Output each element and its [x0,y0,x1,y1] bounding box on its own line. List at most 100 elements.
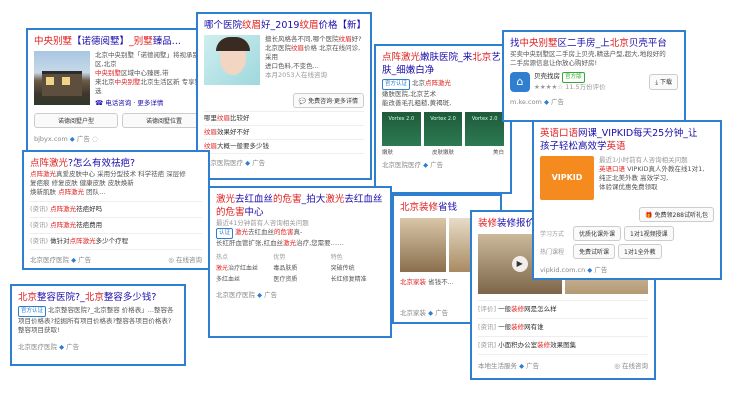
eyebrow-desc-3: 进口色料,不变色... [265,62,319,70]
beike-app-rating: ★★★★☆ 11.5万份评价 [534,83,606,91]
redvein-recent: 最近41分钟前有人咨询相关问题 [216,219,309,227]
eyebrow-desc-1: 擅长风格各不同,哪个医院纹眉好? [265,35,362,43]
beike-source[interactable]: m.ke.com ◆ 广告 [510,96,678,106]
decoration-quote-source[interactable]: 本地生活服务 ◆ 广告 [478,360,539,370]
beike-download-button[interactable]: ⤓ 下载 [649,74,678,90]
eyebrow-desc-4: 本月2053人在线咨询 [265,71,328,79]
laser-scar-footer: 北京医疗医院 ◆ 广告 ◎ 在线咨询 [30,254,202,264]
eyebrow-link-1[interactable]: 哪里纹眉比较好 [204,112,364,126]
vipkid-course-2[interactable]: 1对1全外教 [618,244,662,259]
redvein-desc-1: 认证 激光去红血丝的危害真- [216,228,384,239]
download-icon: ⤓ [655,79,659,86]
decoration-quote-online-button[interactable]: ◎ 在线咨询 [614,360,648,370]
eyebrow-consult-button[interactable]: 💬 免费咨询·更多详情 [292,93,364,108]
cosmetic-desc-3: 整容项目获取! [18,326,60,334]
villa-phone-link[interactable]: ☎ 电话咨询 · 更多详情 [95,99,206,108]
villa-thumbnail[interactable] [34,51,90,105]
vipkid-logo[interactable]: VIPKID [540,156,594,200]
vipkid-method-2[interactable]: 1对1视频授课 [624,226,674,241]
play-icon[interactable]: ▶ [511,256,528,272]
redvein-cell-5[interactable]: 医疗资质 [273,274,326,283]
laser-scar-source[interactable]: 北京医疗医院 ◆ 广告 [30,254,91,264]
vipkid-course-1[interactable]: 免费试听课 [573,244,616,259]
laser-skin-title[interactable]: 点阵激光嫩肤医院_来北京艺 [382,51,504,64]
redvein-title[interactable]: 激光去红血丝的危害_拍大激光去红血丝 [216,193,384,206]
eyebrow-source[interactable]: 北京医院医疗 ◆ 广告 [204,157,364,167]
vipkid-free-gift-button[interactable]: 🎁 免费领288试听礼包 [639,207,714,222]
vipkid-source[interactable]: vipkid.com.cn ◆ 广告 [540,264,714,274]
vipkid-recent: 最近1小时前有人咨询相关问题 [599,156,688,164]
eyebrow-link-3[interactable]: 纹眉大概一般要多少钱 [204,140,364,154]
vipkid-title[interactable]: 英语口语网课_VIPKID每天25分钟_让 [540,127,714,140]
ad-card-cosmetic[interactable]: 北京整容医院?_北京整容多少钱? 官方认证 北京整容医院?_北京整容 价格表」..… [10,284,186,366]
shield-icon: ◆ [59,343,65,351]
redvein-col-hot: 热点 [216,254,229,261]
eyebrow-thumbnail[interactable] [204,35,260,85]
beike-title[interactable]: 找中央别墅区二手房_上北京贝壳平台 [510,37,678,50]
ad-card-laser-scar[interactable]: 点阵激光?怎么有效祛疤? 点阵激光真爱皮肤中心 采用分型技术 科学祛疤 深层修 … [22,150,210,270]
laser-scar-desc-2: 复疤痕 修复皮肤 健康皮肤 皮肤焕新 [30,179,134,187]
chat-icon: ◎ [614,362,620,370]
shield-icon: ◆ [423,161,429,169]
ad-card-beike[interactable]: 找中央别墅区二手房_上北京贝壳平台 买卖中央别墅区二手房上贝壳,精选户型,超大,… [502,30,686,122]
ad-card-redvein[interactable]: 激光去红血丝的危害_拍大激光去红血丝 的危害中心 最近41分钟前有人咨询相关问题… [208,186,392,338]
decoration-bj-image-1[interactable] [400,218,446,272]
redvein-cell-4[interactable]: 多红血丝 [216,274,269,283]
decoration-quote-link-3[interactable]: [资讯] 小面积办公室装修效果图集 [478,337,648,355]
ad-card-laser-skin[interactable]: 点阵激光嫩肤医院_来北京艺 肤_细嫩白净 官方认证 北京点阵激光 嫩肤医院,北京艺… [374,44,512,194]
laser-skin-label-1[interactable]: 嫩肤 [382,148,393,156]
cosmetic-source[interactable]: 北京医疗医院 ◆ 广告 [18,341,178,351]
villa-location-button[interactable]: 诺德阅墅位置 [122,113,206,128]
ad-card-vipkid[interactable]: 英语口语网课_VIPKID每天25分钟_让 孩子轻松高效学英语 VIPKID 最… [532,120,722,280]
laser-skin-label-2[interactable]: 皮肤嫩肤 [432,148,454,156]
cosmetic-desc-1: 官方认证 北京整容医院?_北京整容 价格表」...整容各 [18,306,178,317]
vipkid-method-label: 学习方式 [540,231,565,238]
laser-skin-source[interactable]: 北京医院医疗 ◆ 广告 [382,159,504,169]
laser-scar-online-button[interactable]: ◎ 在线咨询 [168,254,202,264]
vipkid-course-label: 热门课程 [540,249,565,256]
decoration-quote-link-2[interactable]: [资讯] 一般装修网有谁 [478,319,648,337]
laser-skin-label-3[interactable]: 美白 [493,148,504,156]
villa-title[interactable]: 中央别墅【诺德阅墅】_别墅臻品... [34,35,206,48]
eyebrow-link-2[interactable]: 纹眉效果好不好 [204,126,364,140]
villa-desc-1: 北京中央别墅「诺德阅墅」将视承别墅区,北京 [95,51,206,68]
beike-app-icon[interactable]: ⌂ [510,72,530,92]
vipkid-title-2[interactable]: 孩子轻松高效学英语 [540,140,714,153]
villa-source[interactable]: bjbyx.com ◆ 广告 ◌ [34,133,206,143]
decoration-quote-footer: 本地生活服务 ◆ 广告 ◎ 在线咨询 [478,360,648,370]
villa-floorplan-button[interactable]: 诺德阅墅户型 [34,113,118,128]
ad-card-villa[interactable]: 中央别墅【诺德阅墅】_别墅臻品... 北京中央别墅「诺德阅墅」将视承别墅区,北京… [26,28,214,158]
shield-icon: ◆ [71,256,77,264]
vipkid-method-1[interactable]: 优质化课外课 [573,226,622,241]
redvein-cell-1[interactable]: 激光治疗红血丝 [216,263,269,272]
laser-skin-image-2[interactable]: Vortex 2.0 [423,112,463,146]
laser-skin-title-2[interactable]: 肤_细嫩白净 [382,64,504,77]
shield-icon: ◆ [245,159,251,167]
redvein-title-2[interactable]: 的危害中心 [216,206,384,219]
ad-card-eyebrow[interactable]: 哪个医院纹眉好_2019纹眉价格【新】 擅长风格各不同,哪个医院纹眉好? 北京医… [196,12,372,180]
redvein-col-advantage: 优势 [273,254,286,261]
redvein-cell-6[interactable]: 长红修复精准 [331,274,384,283]
info-icon: ◌ [91,135,98,143]
laser-scar-link-2[interactable]: (资讯) 点阵激光祛疤费用 [30,218,202,234]
decoration-quote-link-1[interactable]: [评价] 一般装修网是怎么样 [478,301,648,319]
laser-skin-image-1[interactable]: Vortex 2.0 [382,112,421,146]
laser-scar-link-3[interactable]: (资讯) 做针对点阵激光多少个疗程 [30,234,202,250]
redvein-col-feature: 特色 [330,254,343,261]
shield-icon: ◆ [519,362,525,370]
laser-skin-image-3[interactable]: Vortex 2.0 [465,112,505,146]
shield-icon: ◆ [543,98,549,106]
laser-skin-desc-3: 能改善毛孔粗糙,黄褐斑, [382,99,452,107]
vipkid-desc-3: 体验课优惠免费领取 [599,183,658,191]
eyebrow-title[interactable]: 哪个医院纹眉好_2019纹眉价格【新】 [204,19,364,32]
redvein-cell-2[interactable]: 毒品肤质 [273,263,326,272]
laser-scar-link-1[interactable]: (资讯) 点阵激光祛疤好吗 [30,202,202,218]
cosmetic-title[interactable]: 北京整容医院?_北京整容多少钱? [18,291,178,304]
vipkid-desc-2: 纯正北美外教 高效学习, [599,174,669,182]
vipkid-desc-1: 英语口语 VIPKID真人外教在线1对1, [599,165,705,173]
redvein-source[interactable]: 北京医疗医院 ◆ 广告 [216,289,384,299]
shield-icon: ◆ [587,266,593,274]
redvein-cell-3[interactable]: 突破传统 [331,263,384,272]
villa-desc-3: 来北京中央别墅北京生活区新 专享臻选 [95,78,202,95]
laser-scar-title[interactable]: 点阵激光?怎么有效祛疤? [30,157,202,170]
